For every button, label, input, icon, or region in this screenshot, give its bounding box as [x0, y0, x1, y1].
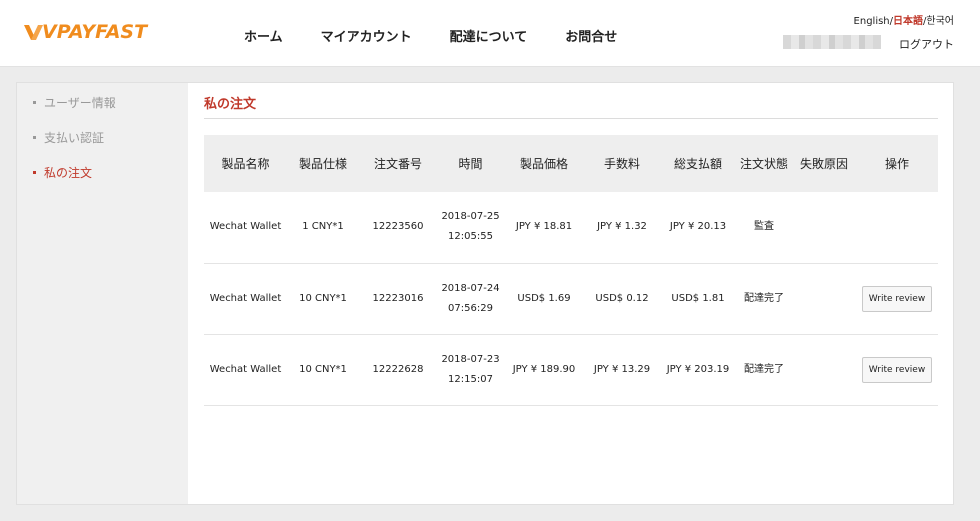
lang-english[interactable]: English	[854, 16, 890, 27]
write-review-button[interactable]: Write review	[861, 356, 933, 383]
cell-order: 12223016	[372, 292, 424, 304]
logo-text: VPAYFAST	[42, 21, 148, 43]
cell-order: 12222628	[372, 363, 424, 375]
col-time: 時間	[458, 156, 483, 171]
cell-action: Write review	[856, 263, 938, 334]
cell-status: 監査	[754, 221, 774, 233]
cell-fail	[792, 263, 856, 334]
logo[interactable]: VPAYFAST	[22, 20, 147, 44]
title-divider	[204, 118, 938, 119]
col-total: 総支払額	[673, 156, 722, 171]
sidebar-item-label: 私の注文	[44, 166, 93, 180]
cell-order: 12223560	[372, 221, 424, 233]
col-product-spec: 製品仕様	[298, 156, 347, 171]
col-fee: 手数料	[603, 156, 640, 171]
col-order-number: 注文番号	[373, 156, 422, 171]
cell-action: Write review	[856, 334, 938, 405]
table-header-row: 製品名称 製品仕様 注文番号 時間 製品価格 手数料 総支払額 注文状態 失敗原…	[204, 135, 938, 192]
nav-home[interactable]: ホーム	[244, 26, 283, 45]
cell-fee: JPY ¥ 1.32	[597, 221, 647, 233]
bullet-icon	[33, 171, 36, 174]
cell-spec: 10 CNY*1	[299, 292, 347, 304]
content-frame: ユーザー情報 支払い認証 私の注文 私の注文 製品名称 製品仕様 注文番号 時間	[16, 82, 954, 505]
cell-action	[856, 192, 938, 263]
cell-time: 2018-07-24 07:56:29	[441, 282, 500, 314]
cell-time: 2018-07-25 12:05:55	[441, 211, 500, 243]
cell-fail	[792, 334, 856, 405]
lang-korean[interactable]: 한국어	[926, 16, 954, 27]
orders-table: 製品名称 製品仕様 注文番号 時間 製品価格 手数料 総支払額 注文状態 失敗原…	[204, 135, 938, 406]
main-nav: ホーム マイアカウント 配達について お問合せ	[244, 26, 655, 45]
sidebar-item-my-orders[interactable]: 私の注文	[33, 164, 92, 181]
cell-name: Wechat Wallet	[209, 221, 282, 233]
page-title: 私の注文	[204, 97, 257, 112]
cell-price: JPY ¥ 18.81	[515, 221, 573, 233]
table-row: Wechat Wallet 10 CNY*1 12222628 2018-07-…	[204, 334, 938, 405]
lang-japanese[interactable]: 日本語	[893, 16, 923, 27]
sidebar-item-payment-auth[interactable]: 支払い認証	[33, 129, 104, 146]
write-review-button[interactable]: Write review	[861, 285, 933, 312]
cell-spec: 1 CNY*1	[302, 221, 344, 233]
cell-name: Wechat Wallet	[209, 292, 282, 304]
cell-fee: USD$ 0.12	[595, 292, 649, 304]
cell-total: USD$ 1.81	[671, 292, 725, 304]
cell-total: JPY ¥ 203.19	[666, 363, 730, 375]
col-product-name: 製品名称	[221, 156, 270, 171]
nav-contact[interactable]: お問合せ	[565, 26, 617, 45]
language-switcher: English/日本語/한국어	[854, 12, 954, 27]
nav-delivery[interactable]: 配達について	[450, 26, 528, 45]
cell-price: USD$ 1.69	[517, 292, 571, 304]
sidebar-item-label: ユーザー情報	[44, 96, 116, 110]
cell-total: JPY ¥ 20.13	[669, 221, 727, 233]
col-status: 注文状態	[739, 156, 788, 171]
cell-name: Wechat Wallet	[209, 363, 282, 375]
nav-my-account[interactable]: マイアカウント	[321, 26, 412, 45]
sidebar: ユーザー情報 支払い認証 私の注文	[17, 83, 188, 504]
table-row: Wechat Wallet 1 CNY*1 12223560 2018-07-2…	[204, 192, 938, 263]
cell-time: 2018-07-23 12:15:07	[441, 353, 500, 385]
bullet-icon	[33, 101, 36, 104]
sidebar-item-label: 支払い認証	[44, 131, 105, 145]
cell-status: 配達完了	[744, 292, 784, 304]
cell-fee: JPY ¥ 13.29	[593, 363, 651, 375]
cell-price: JPY ¥ 189.90	[512, 363, 576, 375]
sidebar-item-user-info[interactable]: ユーザー情報	[33, 94, 116, 111]
logout-link[interactable]: ログアウト	[899, 36, 954, 52]
bullet-icon	[33, 136, 36, 139]
username-blurred	[783, 35, 881, 49]
col-fail-reason: 失敗原因	[799, 156, 848, 171]
col-price: 製品価格	[519, 156, 568, 171]
cell-fail	[792, 192, 856, 263]
header: VPAYFAST ホーム マイアカウント 配達について お問合せ English…	[0, 0, 980, 67]
cell-spec: 10 CNY*1	[299, 363, 347, 375]
cell-status: 配達完了	[744, 363, 784, 375]
col-action: 操作	[884, 156, 909, 171]
table-row: Wechat Wallet 10 CNY*1 12223016 2018-07-…	[204, 263, 938, 334]
